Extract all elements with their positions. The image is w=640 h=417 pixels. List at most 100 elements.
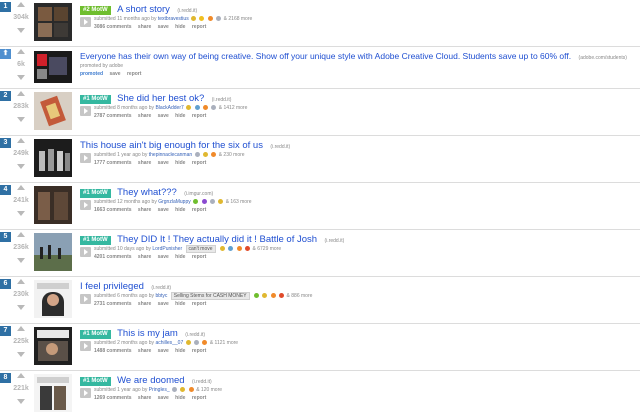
award-icon[interactable] — [194, 152, 200, 157]
award-icon[interactable] — [202, 152, 208, 157]
save-link[interactable]: save — [158, 24, 169, 30]
report-link[interactable]: report — [192, 348, 206, 354]
author-link[interactable]: GrgnzlaMuppy — [158, 199, 191, 205]
expando-play-icon[interactable] — [80, 341, 91, 351]
thumbnail[interactable] — [34, 51, 72, 83]
post-domain[interactable]: (adobe.com/students) — [579, 55, 627, 61]
save-link[interactable]: save — [109, 71, 120, 77]
upvote-icon[interactable] — [17, 91, 25, 96]
report-link[interactable]: report — [192, 207, 206, 213]
expando-play-icon[interactable] — [80, 388, 91, 398]
share-link[interactable]: share — [138, 24, 151, 30]
post-title[interactable]: She did her best ok? — [117, 93, 204, 104]
award-icon[interactable] — [185, 340, 191, 345]
downvote-icon[interactable] — [17, 352, 25, 357]
post-flair[interactable]: #1 MotW — [80, 189, 111, 198]
thumbnail[interactable] — [34, 186, 72, 224]
award-icon[interactable] — [211, 152, 217, 157]
save-link[interactable]: save — [158, 160, 169, 166]
thumbnail[interactable] — [34, 280, 72, 318]
award-icon[interactable] — [188, 387, 194, 392]
post-domain[interactable]: (i.imgur.com) — [184, 191, 213, 197]
comments-link[interactable]: 4201 comments — [94, 254, 132, 260]
report-link[interactable]: report — [127, 71, 141, 77]
thumbnail[interactable] — [34, 92, 72, 130]
awards-more[interactable]: & 163 more — [226, 199, 252, 205]
post-flair[interactable]: #1 MotW — [80, 95, 111, 104]
thumbnail[interactable] — [34, 3, 72, 41]
thumbnail[interactable] — [34, 327, 72, 365]
hide-link[interactable]: hide — [175, 254, 185, 260]
post-title[interactable]: This house ain't big enough for the six … — [80, 140, 263, 151]
save-link[interactable]: save — [158, 113, 169, 119]
award-icon[interactable] — [201, 199, 207, 204]
upvote-icon[interactable] — [17, 138, 25, 143]
award-icon[interactable] — [172, 387, 178, 392]
author-link[interactable]: achilles__07 — [155, 340, 183, 346]
report-link[interactable]: report — [192, 113, 206, 119]
post-flair[interactable]: #1 MotW — [80, 236, 111, 245]
post-domain[interactable]: (i.redd.it) — [270, 144, 290, 150]
awards-more[interactable]: & 120 more — [196, 387, 222, 393]
comments-link[interactable]: 1269 comments — [94, 395, 132, 401]
hide-link[interactable]: hide — [175, 113, 185, 119]
share-link[interactable]: share — [138, 113, 151, 119]
upvote-icon[interactable] — [17, 373, 25, 378]
expando-play-icon[interactable] — [80, 200, 91, 210]
post-domain[interactable]: (i.redd.it) — [177, 8, 197, 14]
hide-link[interactable]: hide — [175, 395, 185, 401]
comments-link[interactable]: 1663 comments — [94, 207, 132, 213]
save-link[interactable]: save — [158, 207, 169, 213]
upvote-icon[interactable] — [17, 49, 25, 54]
award-icon[interactable] — [199, 16, 205, 21]
award-icon[interactable] — [202, 105, 208, 110]
save-link[interactable]: save — [158, 395, 169, 401]
share-link[interactable]: share — [138, 207, 151, 213]
author-link[interactable]: Pringles_ — [149, 387, 170, 393]
award-icon[interactable] — [219, 246, 225, 251]
comments-link[interactable]: 2787 comments — [94, 113, 132, 119]
upvote-icon[interactable] — [17, 279, 25, 284]
post-title[interactable]: They DID It ! They actually did it ! Bat… — [117, 234, 317, 245]
downvote-icon[interactable] — [17, 305, 25, 310]
share-link[interactable]: share — [138, 395, 151, 401]
post-title[interactable]: A short story — [117, 4, 170, 15]
downvote-icon[interactable] — [17, 258, 25, 263]
share-link[interactable]: share — [138, 254, 151, 260]
downvote-icon[interactable] — [17, 164, 25, 169]
expando-play-icon[interactable] — [80, 247, 91, 257]
post-flair[interactable]: #1 MotW — [80, 377, 111, 386]
award-icon[interactable] — [218, 199, 224, 204]
save-link[interactable]: save — [158, 254, 169, 260]
award-icon[interactable] — [270, 293, 276, 298]
award-icon[interactable] — [253, 293, 259, 298]
thumbnail[interactable] — [34, 139, 72, 177]
expando-play-icon[interactable] — [80, 17, 91, 27]
upvote-icon[interactable] — [17, 185, 25, 190]
author-link[interactable]: LordPunisher — [152, 246, 182, 252]
author-link[interactable]: thepinnaclecanman — [149, 152, 192, 158]
downvote-icon[interactable] — [17, 75, 25, 80]
award-icon[interactable] — [191, 16, 197, 21]
hide-link[interactable]: hide — [175, 24, 185, 30]
hide-link[interactable]: hide — [175, 160, 185, 166]
award-icon[interactable] — [245, 246, 251, 251]
post-flair[interactable]: #2 MotW — [80, 6, 111, 15]
post-title[interactable]: I feel privileged — [80, 281, 144, 292]
downvote-icon[interactable] — [17, 117, 25, 122]
post-title[interactable]: Everyone has their own way of being crea… — [80, 51, 571, 61]
award-icon[interactable] — [193, 199, 199, 204]
awards-more[interactable]: & 230 more — [219, 152, 245, 158]
award-icon[interactable] — [211, 105, 217, 110]
author-link[interactable]: BlackAdder7 — [155, 105, 183, 111]
post-title[interactable]: This is my jam — [117, 328, 178, 339]
expando-play-icon[interactable] — [80, 294, 91, 304]
report-link[interactable]: report — [192, 254, 206, 260]
award-icon[interactable] — [228, 246, 234, 251]
awards-more[interactable]: & 1121 more — [210, 340, 238, 346]
hide-link[interactable]: hide — [175, 301, 185, 307]
award-icon[interactable] — [186, 105, 192, 110]
hide-link[interactable]: hide — [175, 207, 185, 213]
author-link[interactable]: textbravestius — [158, 16, 189, 22]
save-link[interactable]: save — [158, 348, 169, 354]
